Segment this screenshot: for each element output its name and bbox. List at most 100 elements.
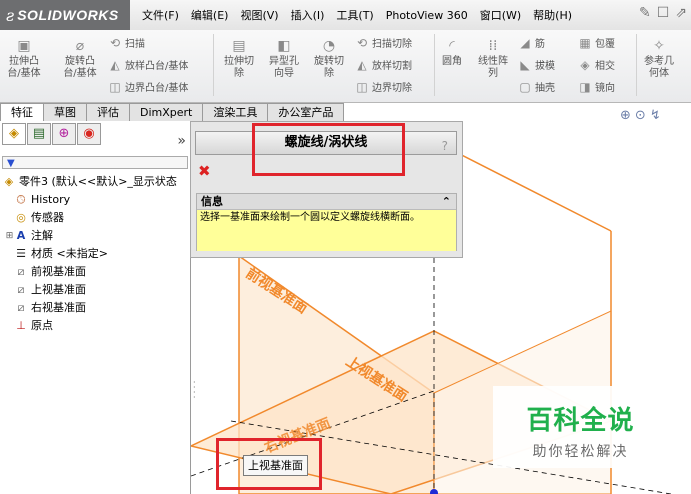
ribbon-separator [434,34,435,96]
wrap-button[interactable]: ▦ 包覆 [578,35,615,51]
shell-label: 抽壳 [535,83,555,94]
reference-geometry-icon: ✧ [653,38,665,54]
configuration-tab-icon[interactable]: ⊕ [52,123,76,145]
display-manager-tab-icon[interactable]: ◉ [77,123,101,145]
watermark-subtitle: 助你轻松解决 [532,444,629,460]
extrude-cut-button[interactable]: ▤ 拉伸切 除 [219,38,259,80]
watermark-title: 百科全说 [526,406,635,436]
menu-tools[interactable]: 工具(T) [330,7,379,23]
wrap-icon: ▦ [579,35,591,50]
shell-button[interactable]: ▢ 抽壳 [518,79,555,95]
title-highlight-box [252,123,405,176]
draft-button[interactable]: ◣ 拔模 [518,57,555,73]
feature-manager-panel: ◈ ▤ ⊕ ◉ » ▼ ◈ 零件3 (默认<<默认>_显示状态 🕓︎ Histo… [0,121,191,494]
origin-icon: ⊥ [16,319,26,332]
pin-icon[interactable]: ✎ [639,5,651,21]
expand-icon[interactable]: ⊞ [5,227,14,245]
close-icon[interactable]: ✖ [198,162,211,180]
loft-label: 放样凸台/基体 [125,61,189,72]
fillet-button[interactable]: ◜ 圆角 [438,38,466,68]
tree-item-sensors[interactable]: ◎ 传感器 [2,209,190,227]
zoom-area-icon[interactable]: ⊙ [635,108,646,123]
menu-view[interactable]: 视图(V) [234,7,284,23]
previous-view-icon[interactable]: ↯ [650,108,661,123]
reference-geometry-button[interactable]: ✧ 参考几 何体 [640,38,678,80]
rib-button[interactable]: ◢ 筋 [518,35,545,51]
zoom-to-fit-icon[interactable]: ⊕ [620,108,631,123]
tree-item-material[interactable]: ☰ 材质 <未指定> [2,245,190,263]
quick-access-toolbar: ✎ ☐ ⇗ [639,5,687,21]
linear-pattern-button[interactable]: ⁞⁞ 线性阵 列 [472,38,514,80]
revolve-cut-label: 旋转切 除 [314,56,344,79]
tree-item-right-plane[interactable]: ⧄ 右视基准面 [2,299,190,317]
part-node[interactable]: ◈ 零件3 (默认<<默认>_显示状态 [2,173,190,191]
ds-logo-mark: ƨ [6,5,15,25]
help-icon[interactable]: ? [442,135,448,157]
collapse-icon[interactable]: ⌃ [442,194,451,209]
linear-pattern-icon: ⁞⁞ [488,38,498,54]
tree-item-origin[interactable]: ⊥ 原点 [2,317,190,335]
tree-item-annotations[interactable]: ⊞ A 注解 [2,227,190,245]
boundary-boss-button[interactable]: ◫ 边界凸台/基体 [108,79,188,95]
menu-window[interactable]: 窗口(W) [474,7,527,23]
shell-icon: ▢ [519,79,531,94]
info-message: 选择一基准面来绘制一个圆以定义螺旋线横断面。 [197,210,456,251]
tab-sketch[interactable]: 草图 [43,103,87,121]
plane-icon: ⧄ [17,265,25,278]
intersect-button[interactable]: ◈ 相交 [578,57,615,73]
swept-cut-button[interactable]: ⟲ 扫描切除 [355,35,412,51]
intersect-label: 相交 [595,61,615,72]
tab-features[interactable]: 特征 [0,103,44,122]
sweep-icon: ⟲ [109,35,121,50]
loft-button[interactable]: ◭ 放样凸台/基体 [108,57,189,73]
open-document-icon[interactable]: ⇗ [675,5,687,21]
tree-item-history[interactable]: 🕓︎ History [2,191,190,209]
revolve-cut-button[interactable]: ◔ 旋转切 除 [309,38,349,80]
tab-render-tools[interactable]: 渲染工具 [202,103,269,121]
panel-resize-grip[interactable]: · · · · [193,379,196,402]
menu-insert[interactable]: 插入(I) [285,7,331,23]
menu-photoview[interactable]: PhotoView 360 [380,9,474,22]
menu-edit[interactable]: 编辑(E) [185,7,235,23]
watermark: 百科全说 助你轻松解决 [493,386,668,468]
mirror-button[interactable]: ◨ 镜向 [578,79,615,95]
new-document-icon[interactable]: ☐ [657,5,670,21]
sweep-button[interactable]: ⟲ 扫描 [108,35,145,51]
annotation-icon: A [16,229,26,242]
lofted-cut-button[interactable]: ◭ 放样切割 [355,57,412,73]
extrude-boss-button[interactable]: ▣ 拉伸凸 台/基体 [4,38,44,80]
revolve-boss-label: 旋转凸 台/基体 [63,56,97,79]
tab-evaluate[interactable]: 评估 [86,103,130,121]
tree-item-label: 材质 <未指定> [31,247,108,260]
menu-file[interactable]: 文件(F) [136,7,185,23]
plane-icon: ⧄ [17,301,25,314]
hole-wizard-button[interactable]: ◧ 异型孔 向导 [263,38,305,80]
material-icon: ☰ [16,247,26,260]
extrude-boss-icon: ▣ [17,38,31,54]
boundary-cut-button[interactable]: ◫ 边界切除 [355,79,412,95]
solidworks-logo[interactable]: ƨ SOLIDWORKS [0,0,130,30]
extrude-boss-label: 拉伸凸 台/基体 [7,56,41,79]
title-bar: ƨ SOLIDWORKS 文件(F) 编辑(E) 视图(V) 插入(I) 工具(… [0,0,691,31]
property-manager-tab-icon[interactable]: ▤ [27,123,51,145]
tree-item-label: 原点 [31,319,53,332]
command-manager-tabs: 特征 草图 评估 DimXpert 渲染工具 办公室产品 [0,103,345,122]
filter-bar[interactable]: ▼ [2,156,188,169]
tab-office-products[interactable]: 办公室产品 [267,103,345,121]
tree-item-front-plane[interactable]: ⧄ 前视基准面 [2,263,190,281]
tree-item-top-plane[interactable]: ⧄ 上视基准面 [2,281,190,299]
extrude-cut-label: 拉伸切 除 [224,56,254,79]
fillet-icon: ◜ [449,38,455,54]
expand-panel-icon[interactable]: » [177,133,186,149]
history-icon: 🕓︎ [16,193,26,206]
menu-help[interactable]: 帮助(H) [527,7,578,23]
tree-item-label: 右视基准面 [31,301,86,314]
plane-tooltip: 上视基准面 [243,455,308,476]
info-section-header[interactable]: 信息 ⌃ [197,194,456,210]
revolve-boss-button[interactable]: ⌀ 旋转凸 台/基体 [58,38,102,80]
feature-tree-tab-icon[interactable]: ◈ [2,123,26,145]
tab-dimxpert[interactable]: DimXpert [129,103,204,121]
tree-item-label: 上视基准面 [31,283,86,296]
wrap-label: 包覆 [595,39,615,50]
rib-icon: ◢ [520,35,530,50]
